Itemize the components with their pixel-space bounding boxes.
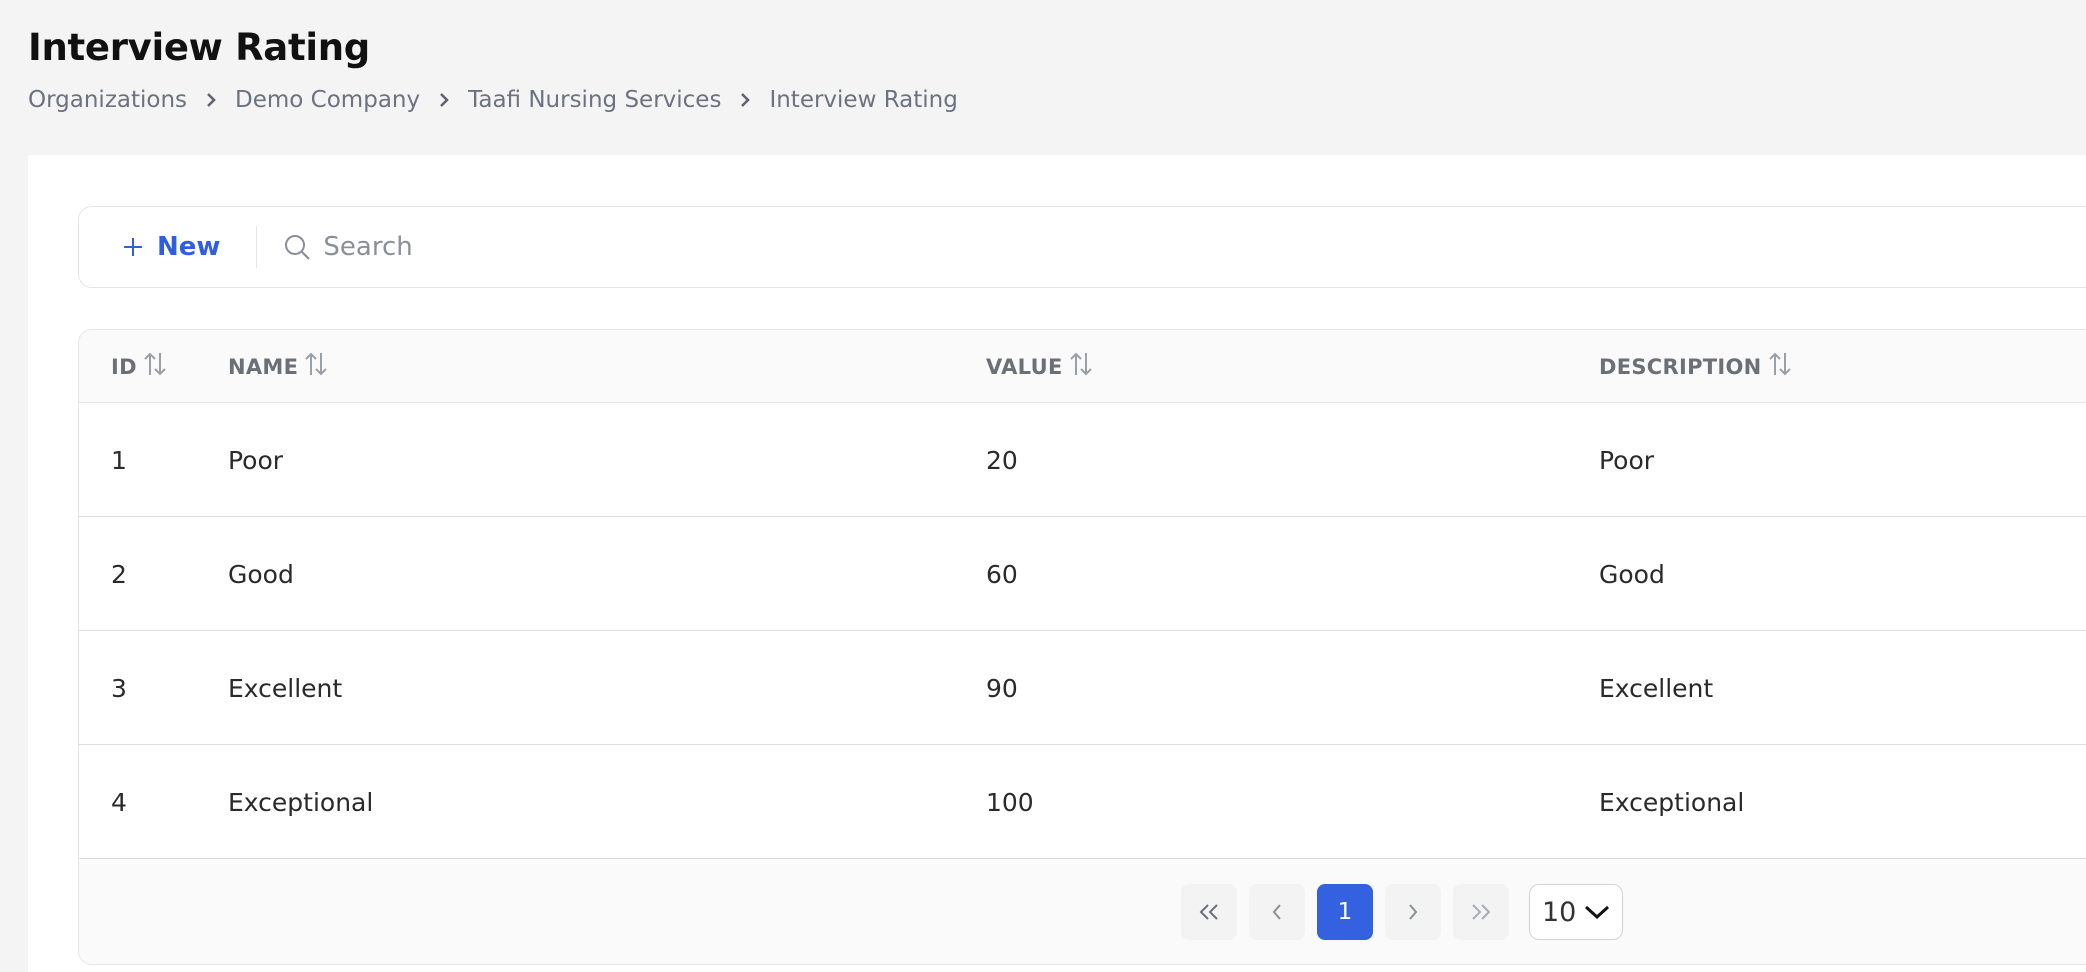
chevron-right-icon [420, 93, 468, 107]
cell-description: Exceptional [1599, 787, 1745, 817]
breadcrumb-item-current: Interview Rating [769, 87, 958, 113]
chevron-right-icon [187, 93, 235, 107]
table-row[interactable]: 1 Poor 20 Poor [79, 403, 2086, 517]
table-header: ID NAME VALUE DESCRIPTION [79, 330, 2086, 403]
new-button[interactable]: New [123, 225, 220, 269]
new-button-label: New [157, 232, 221, 262]
next-page-button[interactable] [1385, 884, 1441, 940]
page-header: Interview Rating Organizations Demo Comp… [28, 26, 958, 113]
last-page-button[interactable] [1453, 884, 1509, 940]
table-toolbar: New [78, 206, 2086, 288]
toolbar-divider [256, 226, 258, 268]
column-header-description[interactable]: DESCRIPTION [1599, 330, 1792, 403]
sort-icon [1768, 351, 1792, 377]
cell-name: Poor [228, 445, 284, 475]
cell-name: Excellent [228, 673, 343, 703]
content-panel: New ID NAME VALUE [28, 155, 2086, 972]
cell-id: 2 [111, 559, 127, 589]
table-footer: 1 10 [79, 860, 2086, 964]
cell-value: 90 [986, 673, 1018, 703]
chevron-left-icon [1272, 904, 1281, 920]
column-header-value[interactable]: VALUE [986, 330, 1093, 403]
cell-id: 1 [111, 445, 127, 475]
cell-value: 100 [986, 787, 1034, 817]
sort-icon [304, 351, 328, 377]
chevron-right-icon [1409, 904, 1418, 920]
column-header-name[interactable]: NAME [228, 330, 328, 403]
cell-description: Poor [1599, 445, 1655, 475]
table-row[interactable]: 2 Good 60 Good [79, 517, 2086, 631]
breadcrumb-item-organizations[interactable]: Organizations [28, 87, 187, 113]
chevron-right-icon [721, 93, 769, 107]
cell-description: Excellent [1599, 673, 1714, 703]
breadcrumb-item-taafi-nursing-services[interactable]: Taafi Nursing Services [468, 87, 721, 113]
breadcrumb: Organizations Demo Company Taafi Nursing… [28, 87, 958, 113]
page-title: Interview Rating [28, 26, 370, 69]
cell-id: 4 [111, 787, 127, 817]
double-chevron-right-icon [1472, 904, 1491, 920]
double-chevron-left-icon [1199, 904, 1218, 920]
plus-icon [123, 237, 143, 257]
table-row[interactable]: 4 Exceptional 100 Exceptional [79, 745, 2086, 859]
cell-value: 20 [986, 445, 1018, 475]
page-size-value: 10 [1542, 896, 1577, 928]
data-table: ID NAME VALUE DESCRIPTION 1 Poor 20 Poor… [78, 329, 2086, 965]
sort-icon [1069, 351, 1093, 377]
page-number-button[interactable]: 1 [1317, 884, 1373, 940]
search-input[interactable] [323, 232, 1224, 262]
page-size-select[interactable]: 10 [1529, 884, 1623, 940]
table-row[interactable]: 3 Excellent 90 Excellent [79, 631, 2086, 745]
cell-description: Good [1599, 559, 1665, 589]
pagination: 1 10 [1181, 884, 1623, 940]
breadcrumb-item-demo-company[interactable]: Demo Company [235, 87, 420, 113]
cell-name: Exceptional [228, 787, 374, 817]
sort-icon [143, 351, 167, 377]
previous-page-button[interactable] [1249, 884, 1305, 940]
chevron-down-icon [1584, 905, 1610, 920]
search-icon [283, 233, 311, 261]
cell-id: 3 [111, 673, 127, 703]
cell-value: 60 [986, 559, 1018, 589]
column-header-id[interactable]: ID [111, 330, 167, 403]
first-page-button[interactable] [1181, 884, 1237, 940]
cell-name: Good [228, 559, 294, 589]
